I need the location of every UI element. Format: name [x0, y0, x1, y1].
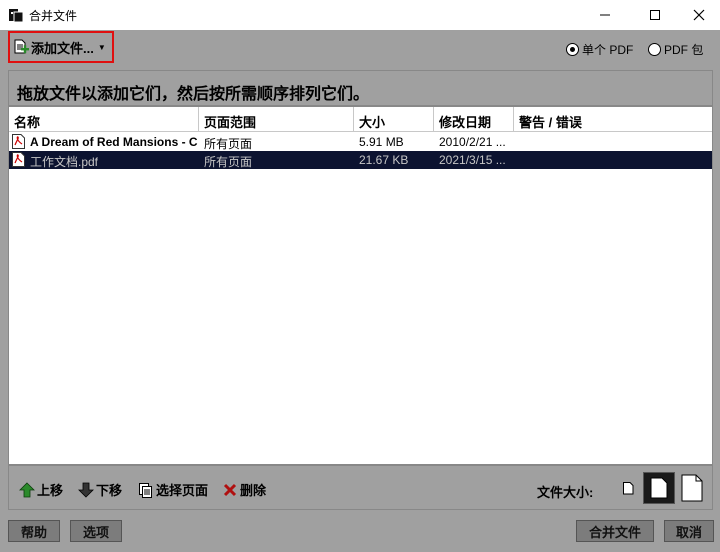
table-row[interactable]: A Dream of Red Mansions - C... 所有页面 5.91… — [9, 133, 712, 151]
maximize-icon — [650, 10, 660, 20]
small-page-icon — [623, 482, 634, 495]
file-size: 5.91 MB — [359, 135, 404, 149]
column-header-page-range[interactable]: 页面范围 — [199, 107, 354, 132]
radio-pdf-package-label: PDF 包 — [664, 43, 704, 57]
window-title: 合并文件 — [29, 9, 78, 23]
file-list[interactable]: 名称 页面范围 大小 修改日期 警告 / 错误 A Dream of Red M… — [8, 106, 713, 465]
select-pages-button[interactable]: 选择页面 — [138, 480, 208, 499]
file-size-large-button[interactable] — [676, 472, 708, 504]
file-name: 工作文档.pdf — [30, 155, 99, 169]
select-pages-label: 选择页面 — [156, 483, 209, 498]
add-files-label: 添加文件... — [31, 40, 94, 56]
title-bar: 合并文件 — [0, 0, 720, 30]
large-page-icon — [681, 474, 703, 502]
medium-page-icon — [650, 477, 668, 499]
app-icon — [9, 9, 24, 23]
maximize-button[interactable] — [632, 0, 678, 30]
pdf-file-icon — [12, 152, 25, 167]
modified-date: 2010/2/21 ... — [439, 135, 506, 149]
column-header-size[interactable]: 大小 — [354, 107, 434, 132]
page-range: 所有页面 — [204, 137, 253, 151]
move-down-button[interactable]: 下移 — [78, 480, 122, 499]
dropdown-caret-icon: ▼ — [97, 42, 106, 52]
file-size-label: 文件大小: — [537, 485, 594, 500]
move-up-button[interactable]: 上移 — [19, 480, 63, 499]
options-button[interactable]: 选项 — [70, 520, 122, 542]
toolbar: 添加文件... ▼ 单个 PDF PDF 包 — [0, 30, 720, 66]
add-files-button[interactable]: 添加文件... ▼ — [8, 31, 114, 63]
delete-button[interactable]: 删除 — [222, 480, 266, 499]
action-bar: 上移 下移 选择页面 删除 文件大小: — [8, 465, 713, 510]
pdf-file-icon — [12, 134, 25, 149]
delete-label: 删除 — [240, 483, 267, 498]
file-size-small-button[interactable] — [612, 472, 644, 504]
column-header-name[interactable]: 名称 — [9, 107, 199, 132]
cancel-button[interactable]: 取消 — [664, 520, 714, 542]
add-file-icon — [14, 39, 29, 54]
instruction-text: 拖放文件以添加它们，然后按所需顺序排列它们。 — [8, 70, 713, 106]
radio-single-pdf-label: 单个 PDF — [582, 43, 634, 57]
close-icon — [693, 9, 705, 21]
radio-unchecked-icon — [648, 43, 661, 56]
combine-files-button[interactable]: 合并文件 — [576, 520, 654, 542]
minimize-button[interactable] — [582, 0, 628, 30]
arrow-down-icon — [78, 482, 94, 498]
radio-pdf-package[interactable]: PDF 包 — [648, 41, 703, 58]
table-row-selected[interactable]: 工作文档.pdf 所有页面 21.67 KB 2021/3/15 ... — [9, 151, 712, 169]
page-range: 所有页面 — [204, 155, 253, 169]
file-name: A Dream of Red Mansions - C... — [30, 135, 198, 149]
modified-date: 2021/3/15 ... — [439, 153, 506, 167]
delete-x-icon — [223, 483, 237, 496]
move-up-label: 上移 — [37, 483, 64, 498]
radio-single-pdf[interactable]: 单个 PDF — [566, 41, 633, 58]
minimize-icon — [600, 14, 610, 16]
column-header-warning-error[interactable]: 警告 / 错误 — [514, 107, 712, 132]
radio-checked-icon — [566, 43, 579, 56]
file-size: 21.67 KB — [359, 153, 409, 167]
table-header: 名称 页面范围 大小 修改日期 警告 / 错误 — [9, 107, 712, 132]
pages-icon — [139, 482, 152, 498]
column-header-modified-date[interactable]: 修改日期 — [434, 107, 514, 132]
file-size-medium-button[interactable] — [643, 472, 675, 504]
help-button[interactable]: 帮助 — [8, 520, 60, 542]
arrow-up-icon — [19, 481, 35, 497]
close-button[interactable] — [676, 0, 720, 30]
move-down-label: 下移 — [96, 483, 123, 498]
